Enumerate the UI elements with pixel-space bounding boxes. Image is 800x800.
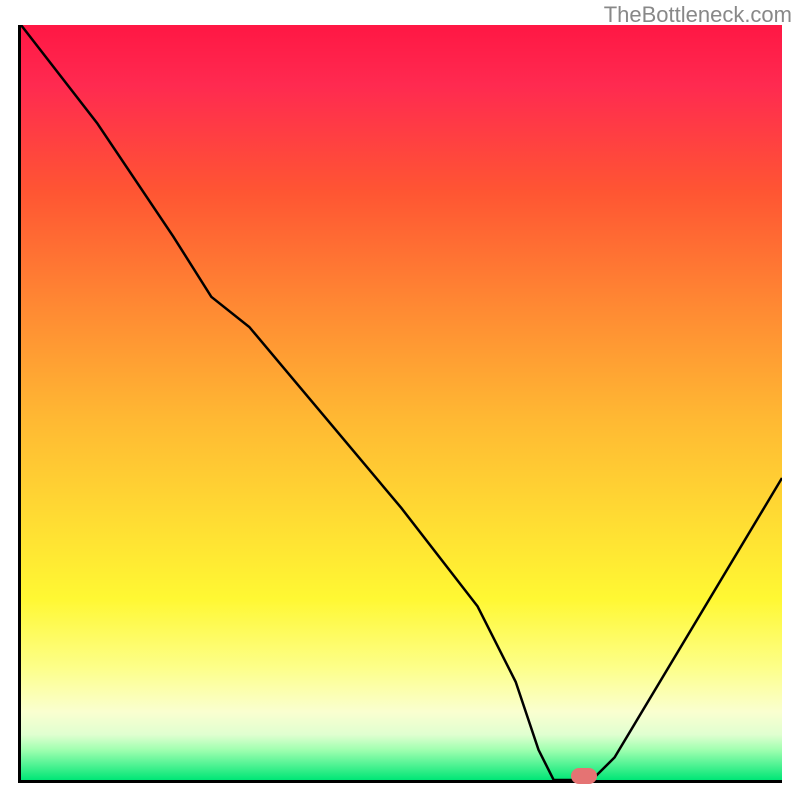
plot-area [18,25,782,783]
watermark-text: TheBottleneck.com [604,2,792,28]
line-curve [21,25,782,780]
optimum-marker [571,768,597,784]
chart-container: TheBottleneck.com [0,0,800,800]
